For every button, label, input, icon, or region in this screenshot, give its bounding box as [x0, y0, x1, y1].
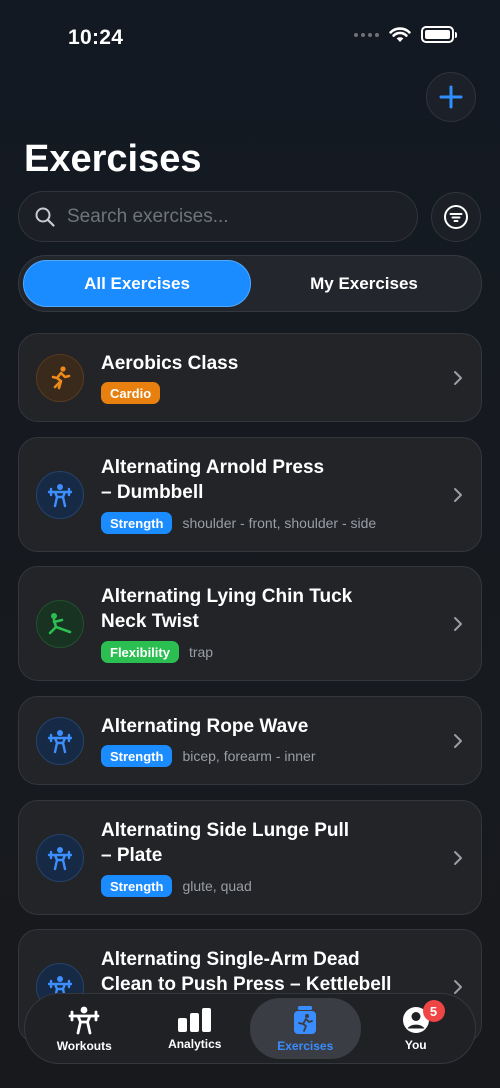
weightlifter-icon [68, 1006, 100, 1034]
chevron-right-icon [454, 488, 462, 502]
muscle-groups: shoulder - front, shoulder - side [182, 515, 377, 531]
battery-icon [421, 26, 457, 43]
exercise-card[interactable]: Alternating Rope Wave Strength bicep, fo… [18, 696, 482, 785]
search-input[interactable]: Search exercises... [18, 191, 418, 242]
category-tag-flexibility: Flexibility [101, 641, 179, 663]
plus-icon [439, 85, 463, 109]
exercise-name: Alternating Arnold Press [101, 457, 325, 478]
tab-bar: Workouts Analytics Exercises You 5 [24, 993, 476, 1064]
segment-all-exercises[interactable]: All Exercises [23, 260, 251, 307]
category-tag-cardio: Cardio [101, 382, 161, 404]
exercise-meta: Strength shoulder - front, shoulder - si… [101, 512, 376, 534]
tab-label: You [404, 1037, 427, 1052]
exercise-meta: Flexibility trap [101, 641, 213, 663]
tab-exercises[interactable]: Exercises [250, 998, 361, 1059]
exercise-name-line2: Neck Twist [101, 611, 199, 632]
weightlifter-icon [36, 471, 84, 519]
filter-icon [444, 205, 468, 229]
exercise-meta: Strength glute, quad [101, 875, 252, 897]
chevron-right-icon [454, 617, 462, 631]
search-icon [35, 207, 55, 227]
exercise-card[interactable]: Alternating Side Lunge Pull – Plate Stre… [18, 800, 482, 915]
search-placeholder: Search exercises... [67, 205, 229, 227]
exercise-name: Alternating Lying Chin Tuck [101, 586, 353, 607]
wifi-icon [389, 27, 411, 42]
chevron-right-icon [454, 851, 462, 865]
tab-workouts[interactable]: Workouts [29, 998, 140, 1059]
category-tag-strength: Strength [101, 512, 173, 534]
exercise-name-line2: – Plate [101, 845, 163, 866]
exercise-name: Alternating Rope Wave [101, 716, 309, 737]
tab-label: Analytics [168, 1036, 222, 1051]
exercise-scope-segmented-control: All Exercises My Exercises [18, 255, 482, 312]
exercise-jar-icon [294, 1005, 317, 1034]
notification-badge: 5 [422, 1000, 445, 1022]
exercise-name: Aerobics Class [101, 353, 239, 374]
exercise-card[interactable]: Aerobics Class Cardio [18, 333, 482, 422]
signal-dots-icon [354, 32, 379, 37]
tab-you[interactable]: You 5 [361, 998, 472, 1059]
page-title: Exercises [24, 138, 202, 180]
add-exercise-button[interactable] [426, 72, 476, 122]
status-bar: 10:24 [0, 0, 500, 70]
status-time: 10:24 [68, 26, 124, 49]
muscle-groups: trap [188, 644, 214, 660]
tab-label: Exercises [277, 1038, 334, 1053]
chevron-right-icon [454, 980, 462, 994]
category-tag-strength: Strength [101, 875, 173, 897]
muscle-groups: glute, quad [182, 878, 252, 894]
tab-label: Workouts [56, 1038, 112, 1053]
filter-button[interactable] [431, 192, 481, 242]
exercise-meta: Cardio [101, 382, 161, 404]
exercise-meta: Strength bicep, forearm - inner [101, 745, 316, 767]
segment-my-exercises[interactable]: My Exercises [251, 260, 477, 307]
chevron-right-icon [454, 371, 462, 385]
exercise-name: Alternating Side Lunge Pull [101, 820, 350, 841]
chevron-right-icon [454, 734, 462, 748]
exercise-card[interactable]: Alternating Arnold Press – Dumbbell Stre… [18, 437, 482, 552]
status-icons [354, 26, 457, 43]
bar-chart-icon [177, 1007, 211, 1032]
category-tag-strength: Strength [101, 745, 173, 767]
exercise-card[interactable]: Alternating Lying Chin Tuck Neck Twist F… [18, 566, 482, 681]
weightlifter-icon [36, 834, 84, 882]
exercise-name-line2: – Dumbbell [101, 482, 204, 503]
tab-analytics[interactable]: Analytics [140, 998, 251, 1059]
weightlifter-icon [36, 717, 84, 765]
exercise-name: Alternating Single-Arm Dead [101, 949, 360, 970]
muscle-groups: bicep, forearm - inner [182, 748, 316, 764]
running-icon [36, 354, 84, 402]
stretching-icon [36, 600, 84, 648]
